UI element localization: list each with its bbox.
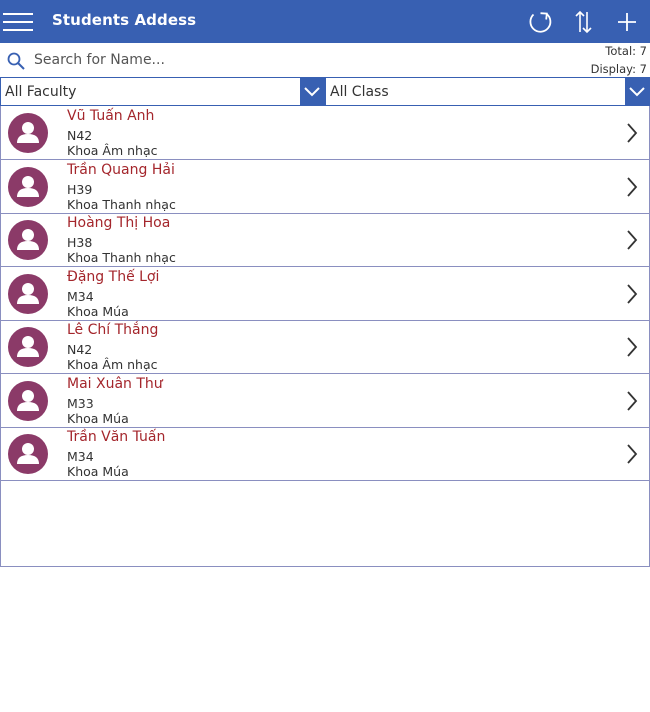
sort-icon[interactable] [568,6,600,38]
hamburger-icon[interactable] [3,10,33,34]
student-name: Lê Chí Thắng [67,322,159,338]
chevron-right-icon[interactable] [625,389,639,413]
chevron-right-icon[interactable] [625,442,639,466]
search-input[interactable] [30,48,518,72]
search-bar: Total: 7 Display: 7 [0,43,650,77]
student-name: Hoàng Thị Hoa [67,215,171,231]
display-count: Display: 7 [590,62,647,76]
person-icon [17,122,39,143]
avatar [8,274,48,314]
refresh-icon[interactable] [524,6,556,38]
student-row[interactable]: Vũ Tuấn Anh N42 Khoa Âm nhạc [1,106,649,160]
search-icon [7,52,25,70]
avatar [8,327,48,367]
student-name: Trần Quang Hải [67,162,175,178]
chevron-right-icon[interactable] [625,282,639,306]
avatar [8,434,48,474]
avatar [8,381,48,421]
student-faculty: Khoa Múa [67,464,129,479]
student-class: M34 [67,449,94,464]
student-row[interactable]: Mai Xuân Thư M33 Khoa Múa [1,374,649,428]
avatar [8,167,48,207]
chevron-down-icon[interactable] [300,78,324,105]
student-name: Vũ Tuấn Anh [67,108,155,124]
student-class: N42 [67,128,93,143]
student-name: Đặng Thế Lợi [67,269,160,285]
student-name: Trần Văn Tuấn [67,429,166,445]
person-icon [17,336,39,357]
student-row[interactable]: Lê Chí Thắng N42 Khoa Âm nhạc [1,320,649,374]
student-class: N42 [67,342,93,357]
student-class: M34 [67,289,94,304]
avatar [8,113,48,153]
chevron-right-icon[interactable] [625,335,639,359]
student-row[interactable]: Đặng Thế Lợi M34 Khoa Múa [1,267,649,321]
student-faculty: Khoa Múa [67,411,129,426]
person-icon [17,390,39,411]
app-header: Students Addess [0,0,650,43]
student-row[interactable]: Hoàng Thị Hoa H38 Khoa Thanh nhạc [1,213,649,267]
person-icon [17,229,39,250]
student-faculty: Khoa Thanh nhạc [67,250,176,265]
class-dropdown-value: All Class [330,84,389,100]
faculty-dropdown[interactable]: All Faculty [0,77,325,106]
person-icon [17,176,39,197]
student-row[interactable]: Trần Quang Hải H39 Khoa Thanh nhạc [1,160,649,214]
chevron-right-icon[interactable] [625,228,639,252]
student-class: M33 [67,396,94,411]
chevron-down-icon[interactable] [625,78,649,105]
chevron-right-icon[interactable] [625,121,639,145]
student-faculty: Khoa Âm nhạc [67,143,158,158]
faculty-dropdown-value: All Faculty [5,84,77,100]
student-faculty: Khoa Múa [67,304,129,319]
student-faculty: Khoa Âm nhạc [67,357,158,372]
student-faculty: Khoa Thanh nhạc [67,197,176,212]
class-dropdown[interactable]: All Class [325,77,650,106]
person-icon [17,443,39,464]
chevron-right-icon[interactable] [625,175,639,199]
student-list: Vũ Tuấn Anh N42 Khoa Âm nhạc Trần Quang … [0,106,650,567]
student-class: H38 [67,235,93,250]
person-icon [17,283,39,304]
total-count: Total: 7 [605,44,647,58]
student-name: Mai Xuân Thư [67,376,163,392]
avatar [8,220,48,260]
student-class: H39 [67,182,93,197]
student-row[interactable]: Trần Văn Tuấn M34 Khoa Múa [1,427,649,481]
add-icon[interactable] [611,6,643,38]
app-title: Students Addess [52,11,197,29]
